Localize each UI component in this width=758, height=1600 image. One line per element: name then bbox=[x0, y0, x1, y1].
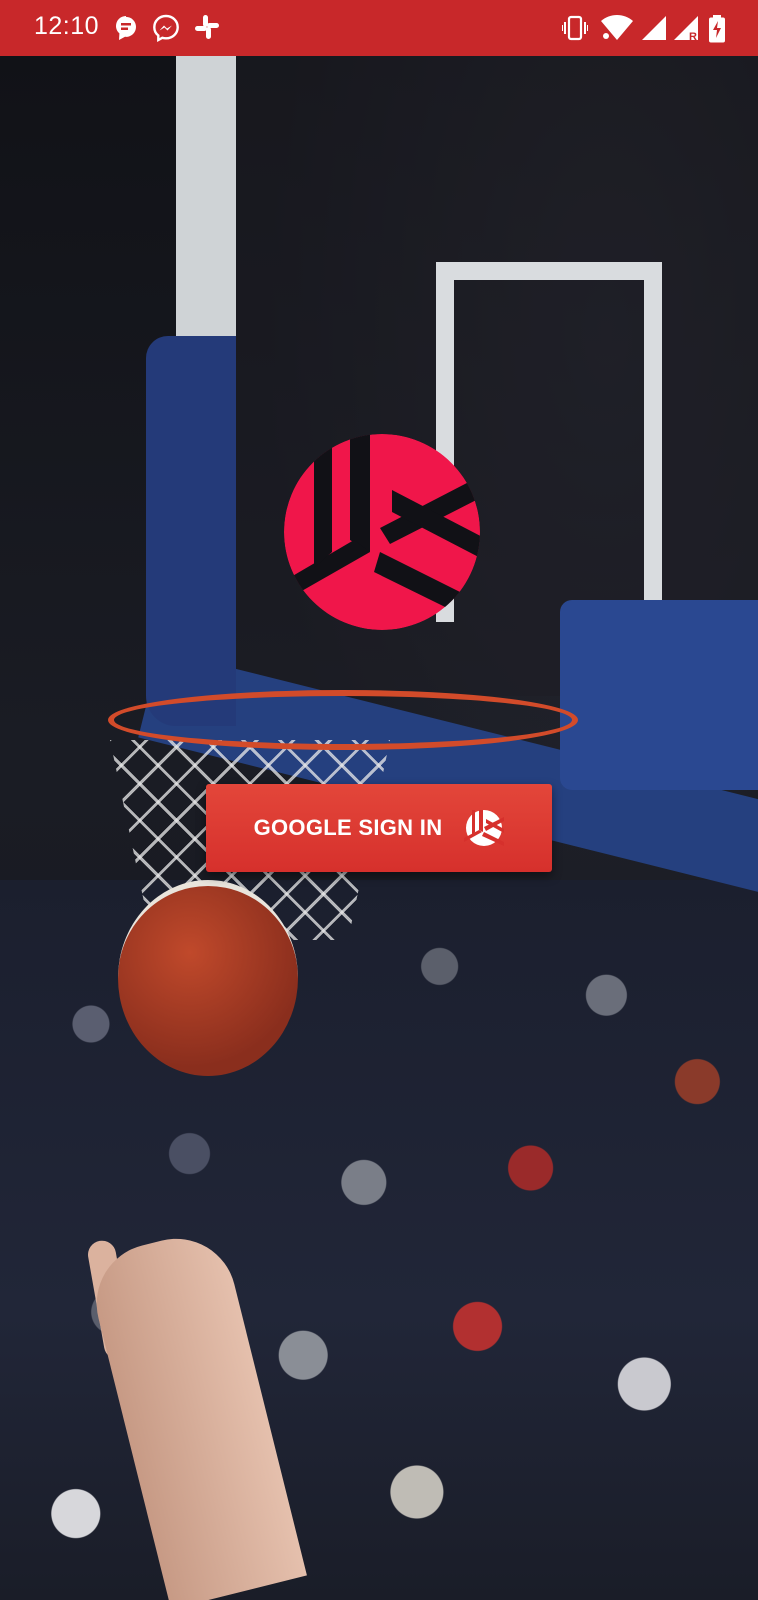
basketball bbox=[118, 880, 298, 1076]
google-sign-in-button[interactable]: GOOGLE SIGN IN bbox=[206, 784, 552, 872]
slack-icon bbox=[195, 15, 219, 39]
battery-charging-icon bbox=[709, 15, 725, 43]
crowd-background bbox=[0, 880, 758, 1600]
status-time: 12:10 bbox=[34, 12, 100, 40]
volleyball-icon bbox=[464, 810, 505, 846]
google-sign-in-label: GOOGLE SIGN IN bbox=[253, 815, 443, 840]
basketball-rim bbox=[108, 690, 578, 750]
vibrate-icon bbox=[562, 15, 588, 41]
sms-message-icon bbox=[116, 16, 136, 40]
signal-roaming-icon: R bbox=[674, 16, 698, 42]
messenger-icon bbox=[153, 14, 179, 42]
roaming-letter: R bbox=[689, 31, 697, 42]
app-logo bbox=[284, 434, 480, 630]
backboard-pad-right bbox=[560, 600, 758, 790]
signal-icon bbox=[642, 16, 666, 40]
login-screen: 12:10 R GOOGLE SIGN IN bbox=[0, 0, 758, 1600]
backboard-pad-left bbox=[146, 336, 236, 726]
status-bar: 12:10 R bbox=[0, 0, 758, 56]
wifi-icon bbox=[601, 15, 633, 40]
